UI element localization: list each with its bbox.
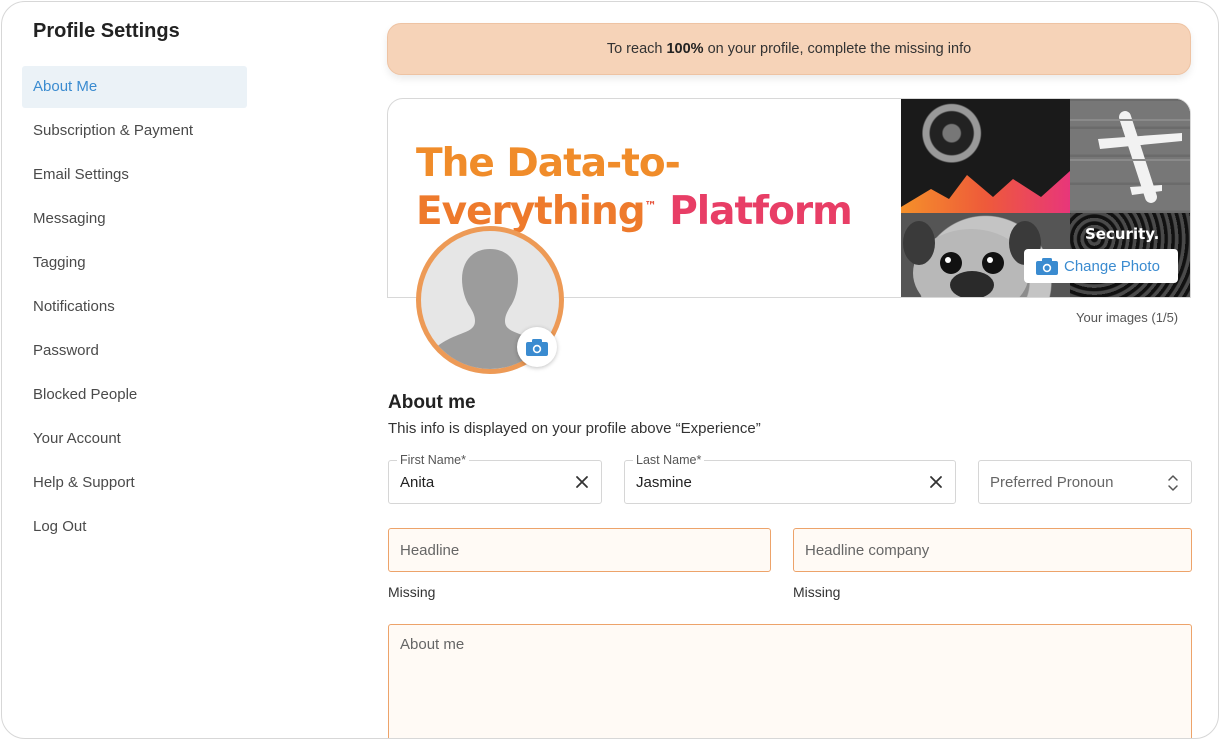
airplane-graphic (1070, 111, 1190, 203)
collage-rock-image (901, 99, 1070, 213)
banner-text-suffix: on your profile, complete the missing in… (703, 41, 972, 57)
headline-company-input[interactable]: Headline company (793, 528, 1192, 572)
cover-headline-line2a: Everything (416, 189, 646, 234)
sidebar-item-notifications[interactable]: Notifications (22, 286, 247, 328)
collage-airplane-image (1070, 99, 1190, 213)
last-name-label: Last Name* (633, 452, 705, 468)
cover-trademark: ™ (644, 199, 657, 213)
pronoun-placeholder: Preferred Pronoun (990, 474, 1114, 491)
sidebar-item-tagging[interactable]: Tagging (22, 242, 247, 284)
about-me-heading: About me (388, 392, 476, 413)
first-name-label: First Name* (397, 452, 469, 468)
clear-last-name-icon[interactable] (927, 473, 945, 491)
settings-window: Profile Settings About Me Subscription &… (1, 1, 1219, 739)
clear-first-name-icon[interactable] (573, 473, 591, 491)
mountain-graphic (901, 171, 1070, 213)
about-me-placeholder: About me (400, 636, 465, 653)
camera-icon (1036, 257, 1058, 275)
settings-nav: About Me Subscription & Payment Email Se… (22, 66, 247, 550)
banner-text-prefix: To reach (606, 41, 667, 57)
headline-company-placeholder: Headline company (805, 542, 930, 559)
sidebar-item-about-me[interactable]: About Me (22, 66, 247, 108)
sidebar-item-your-account[interactable]: Your Account (22, 418, 247, 460)
sidebar-item-password[interactable]: Password (22, 330, 247, 372)
headline-company-missing-status: Missing (793, 584, 841, 600)
about-me-textarea[interactable]: About me (388, 624, 1192, 738)
change-photo-label: Change Photo (1064, 257, 1160, 275)
collage-security-text: Security. (1085, 225, 1160, 243)
cover-headline-line2b: Platform (656, 189, 853, 234)
banner-percent: 100% (666, 41, 704, 57)
sidebar-item-help-support[interactable]: Help & Support (22, 462, 247, 504)
change-avatar-button[interactable] (517, 327, 557, 367)
cover-headline-graphic: The Data-to- Everything™ Platform (416, 141, 853, 234)
sidebar-item-email-settings[interactable]: Email Settings (22, 154, 247, 196)
camera-icon (526, 338, 548, 356)
last-name-field[interactable]: Last Name* Jasmine (624, 452, 956, 504)
preferred-pronoun-select[interactable]: Preferred Pronoun (978, 460, 1192, 504)
sidebar-item-subscription-payment[interactable]: Subscription & Payment (22, 110, 247, 152)
headline-input[interactable]: Headline (388, 528, 771, 572)
headline-missing-status: Missing (388, 584, 436, 600)
profile-completion-banner: To reach 100% on your profile, complete … (387, 23, 1191, 75)
first-name-field[interactable]: First Name* Anita (388, 452, 602, 504)
chevron-up-down-icon (1168, 475, 1178, 491)
headline-placeholder: Headline (400, 542, 460, 559)
first-name-value: Anita (400, 474, 435, 491)
sidebar-item-blocked-people[interactable]: Blocked People (22, 374, 247, 416)
settings-sidebar: Profile Settings About Me Subscription &… (2, 2, 262, 738)
change-cover-photo-button[interactable]: Change Photo (1024, 249, 1178, 283)
about-me-description: This info is displayed on your profile a… (388, 420, 761, 437)
images-count: Your images (1/5) (1076, 310, 1179, 325)
sidebar-item-log-out[interactable]: Log Out (22, 506, 247, 548)
last-name-value: Jasmine (636, 474, 692, 491)
sidebar-title: Profile Settings (33, 20, 180, 42)
sidebar-item-messaging[interactable]: Messaging (22, 198, 247, 240)
cover-headline-line1: The Data-to- (416, 141, 681, 186)
